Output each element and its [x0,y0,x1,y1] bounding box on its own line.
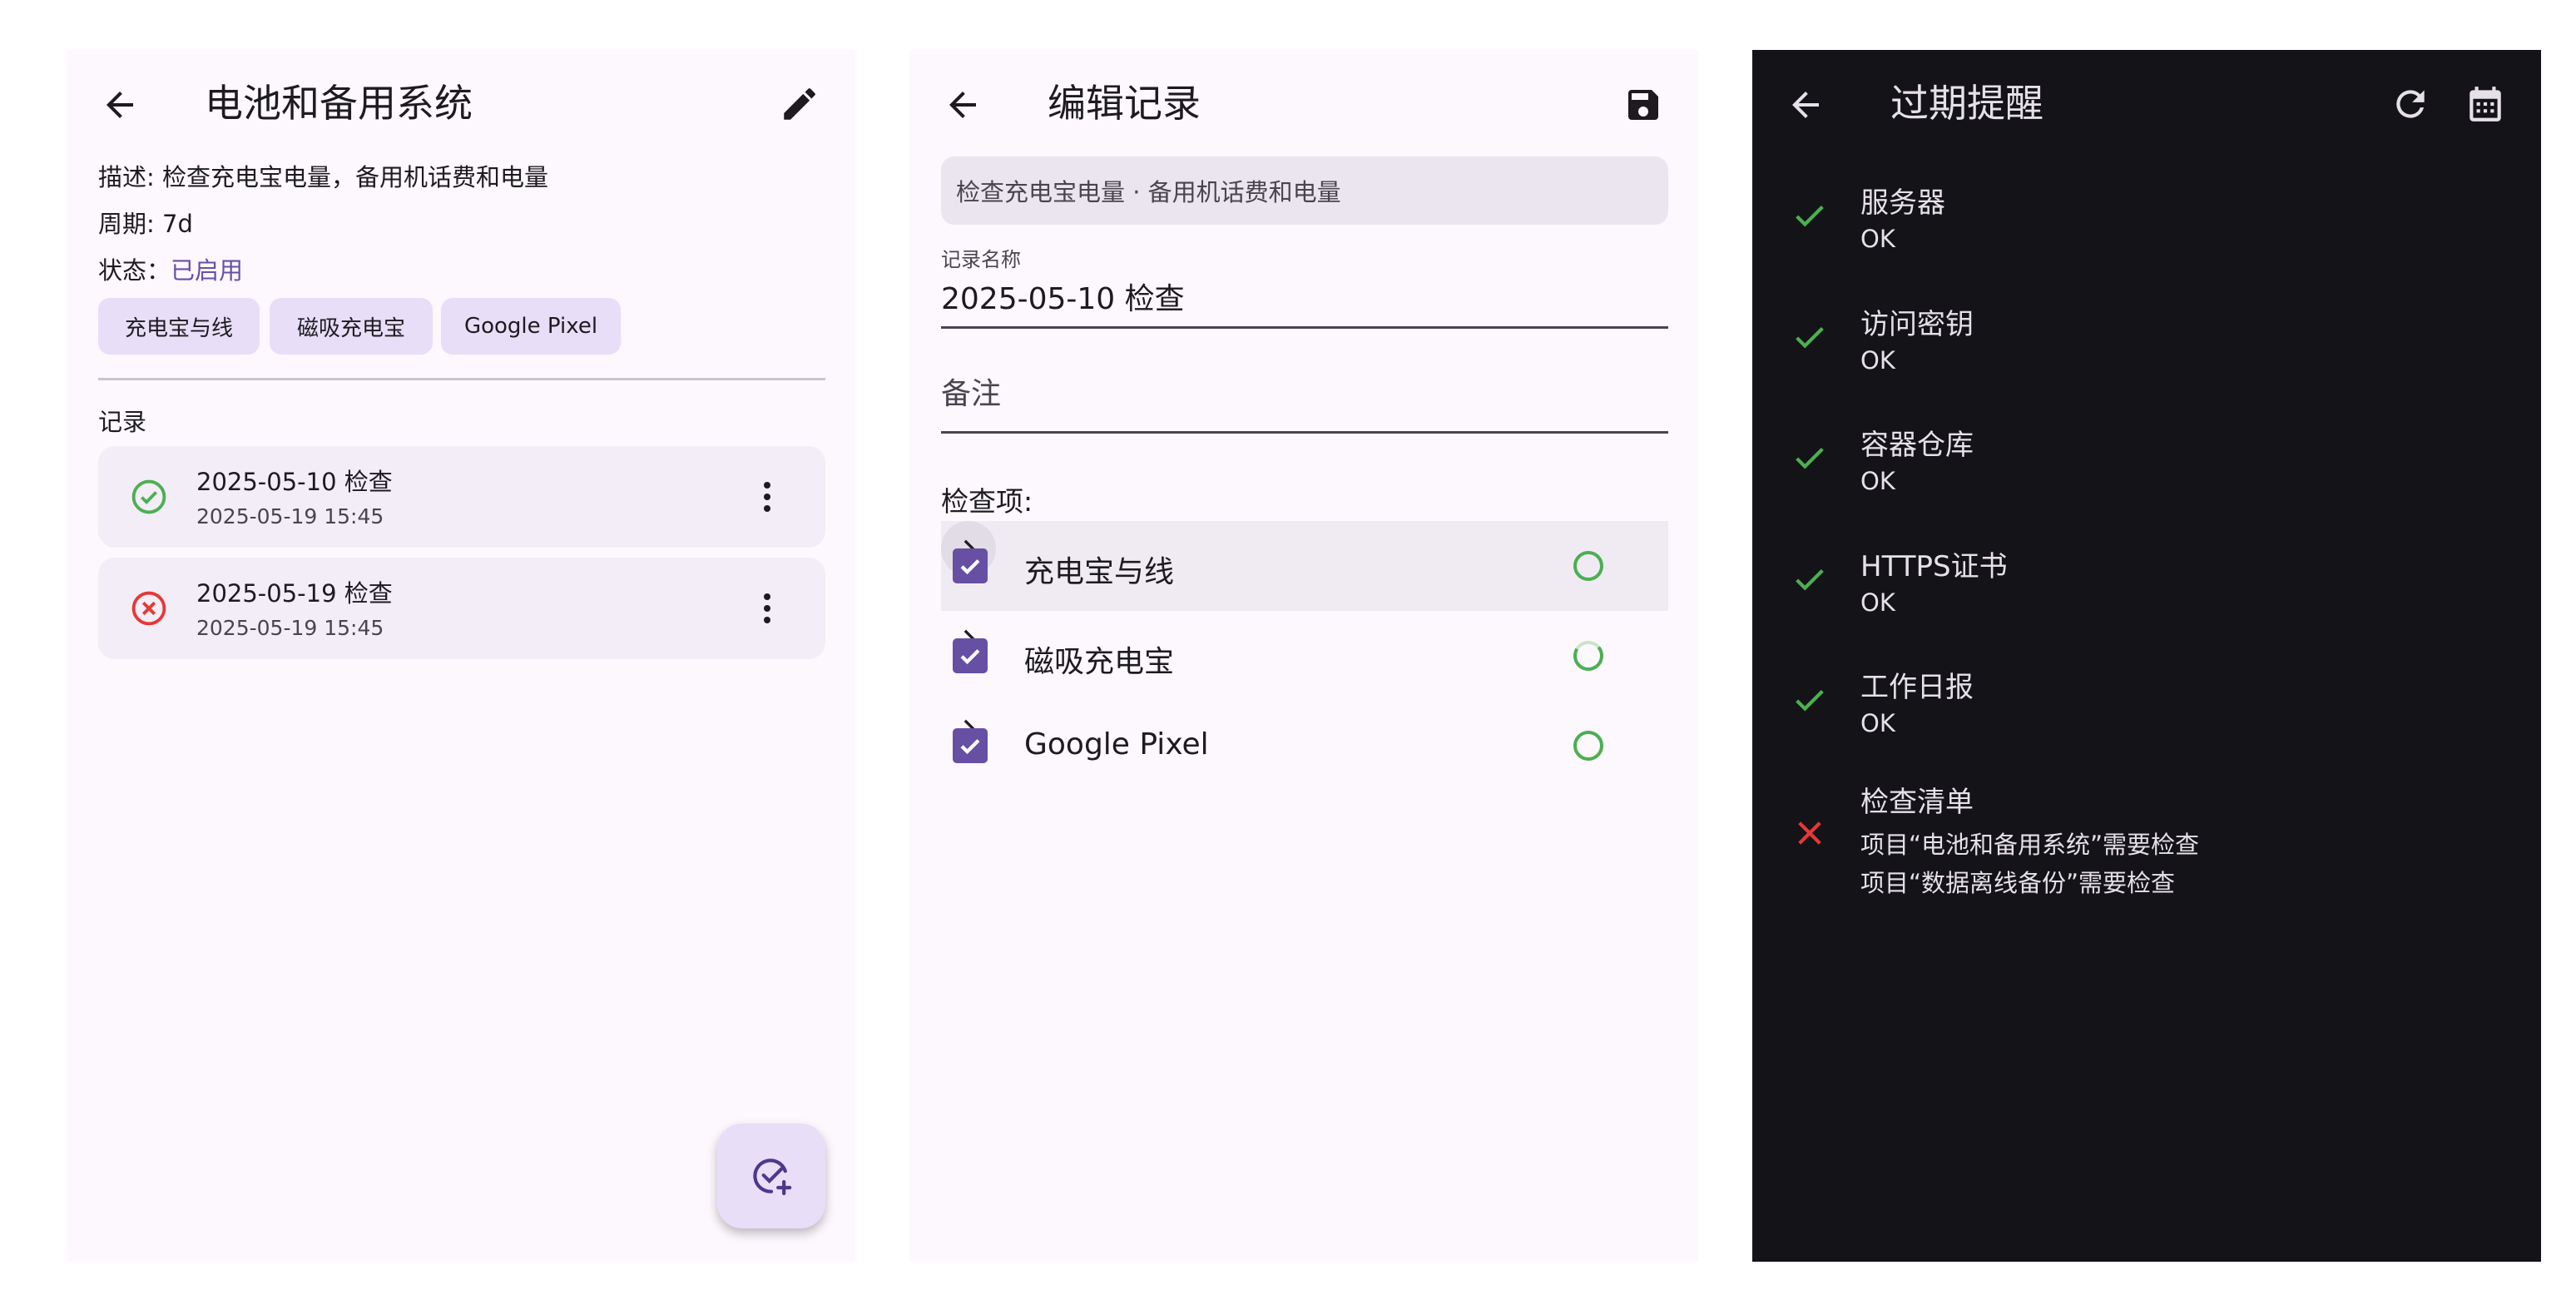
close-icon [1792,816,1827,851]
check-icon [1791,439,1829,477]
item-name: 工作日报 [1860,671,1974,704]
check-icon [1791,681,1829,719]
checkbox-checked-icon[interactable] [953,728,988,763]
item-status: OK [1860,588,1895,617]
status-ring-icon [1572,549,1605,583]
status-ring-icon [1572,729,1605,762]
chip-magsafe-power-bank[interactable]: 磁吸充电宝 [270,298,433,355]
note-field[interactable]: 备注 [941,370,1001,413]
calendar-icon[interactable] [2465,83,2506,125]
edit-pencil-icon[interactable] [779,83,820,125]
records-heading: 记录 [98,408,147,436]
refresh-icon[interactable] [2390,83,2431,125]
item-name: 服务器 [1860,186,1945,220]
check-circle-icon [130,478,168,516]
checkbox-checked-icon[interactable] [953,638,988,673]
record-time: 2025-05-19 15:45 [196,616,384,640]
status-line: 状态：已启用 [98,251,243,286]
description-value: 检查充电宝电量，备用机话费和电量 [162,163,549,191]
check-item-label: Google Pixel [1024,727,1209,762]
period-line: 周期: 7d [98,205,193,240]
item-name: 容器仓库 [1860,429,1974,462]
record-time: 2025-05-19 15:45 [196,504,384,528]
check-icon [1791,560,1829,598]
record-item[interactable]: 2025-05-10 检查 2025-05-19 15:45 [98,446,825,548]
checkbox-checked-icon[interactable] [953,548,988,583]
expiry-reminder-screen: 过期提醒 服务器 OK 访问密钥 OK 容器仓库 OK HTTPS证书 OK 工… [1752,50,2541,1262]
back-arrow-icon[interactable] [943,85,983,125]
description-label: 描述: [98,163,155,191]
record-title: 2025-05-19 检查 [196,579,393,608]
item-status: OK [1860,709,1895,737]
note-underline [941,431,1668,434]
record-name-field[interactable]: 2025-05-10 检查 [941,275,1185,318]
check-icon [1791,318,1829,356]
item-status: OK [1860,225,1895,253]
more-vert-icon[interactable] [747,588,787,628]
chip-power-bank-cable[interactable]: 充电宝与线 [98,298,260,355]
error-circle-icon [130,589,168,628]
add-check-icon [748,1153,795,1199]
page-title: 电池和备用系统 [205,81,473,126]
status-label: 状态： [98,256,171,285]
item-name: 访问密钥 [1860,308,1974,341]
item-name: 检查清单 [1860,786,1974,819]
period-label: 周期: [98,210,155,238]
description-text: 检查充电宝电量 · 备用机话费和电量 [956,178,1341,206]
add-record-fab[interactable] [717,1124,825,1228]
check-item-row[interactable]: 充电宝与线 [941,521,1668,611]
item-status: OK [1860,346,1895,375]
save-icon[interactable] [1623,85,1663,125]
check-item-row[interactable]: Google Pixel [941,701,1668,791]
record-title: 2025-05-10 检查 [196,468,393,496]
check-item-row[interactable]: 磁吸充电宝 [941,611,1668,701]
divider [98,378,825,380]
check-icon [1791,196,1829,235]
item-detail-line: 项目“电池和备用系统”需要检查 [1860,831,2200,859]
check-items-heading: 检查项: [941,485,1033,518]
check-item-label: 磁吸充电宝 [1024,645,1175,679]
more-vert-icon[interactable] [747,477,787,517]
status-value: 已启用 [171,256,244,285]
page-title: 过期提醒 [1890,81,2043,126]
description-line: 描述: 检查充电宝电量，备用机话费和电量 [98,158,548,193]
record-name-underline [941,326,1668,329]
record-item[interactable]: 2025-05-19 检查 2025-05-19 15:45 [98,558,825,659]
record-name-label: 记录名称 [941,248,1021,271]
record-detail-screen: 电池和备用系统 描述: 检查充电宝电量，备用机话费和电量 周期: 7d 状态：已… [67,50,855,1262]
chip-google-pixel[interactable]: Google Pixel [441,298,621,355]
edit-record-screen: 编辑记录 检查充电宝电量 · 备用机话费和电量 记录名称 2025-05-10 … [909,50,1698,1262]
check-item-label: 充电宝与线 [1024,555,1175,589]
page-title: 编辑记录 [1048,81,1201,126]
item-detail-line: 项目“数据离线备份”需要检查 [1860,869,2176,897]
period-value: 7d [162,210,193,238]
item-name: HTTPS证书 [1860,550,2008,583]
item-status: OK [1860,467,1895,495]
back-arrow-icon[interactable] [100,85,140,125]
status-ring-icon [1572,639,1605,672]
back-arrow-icon[interactable] [1786,85,1825,125]
